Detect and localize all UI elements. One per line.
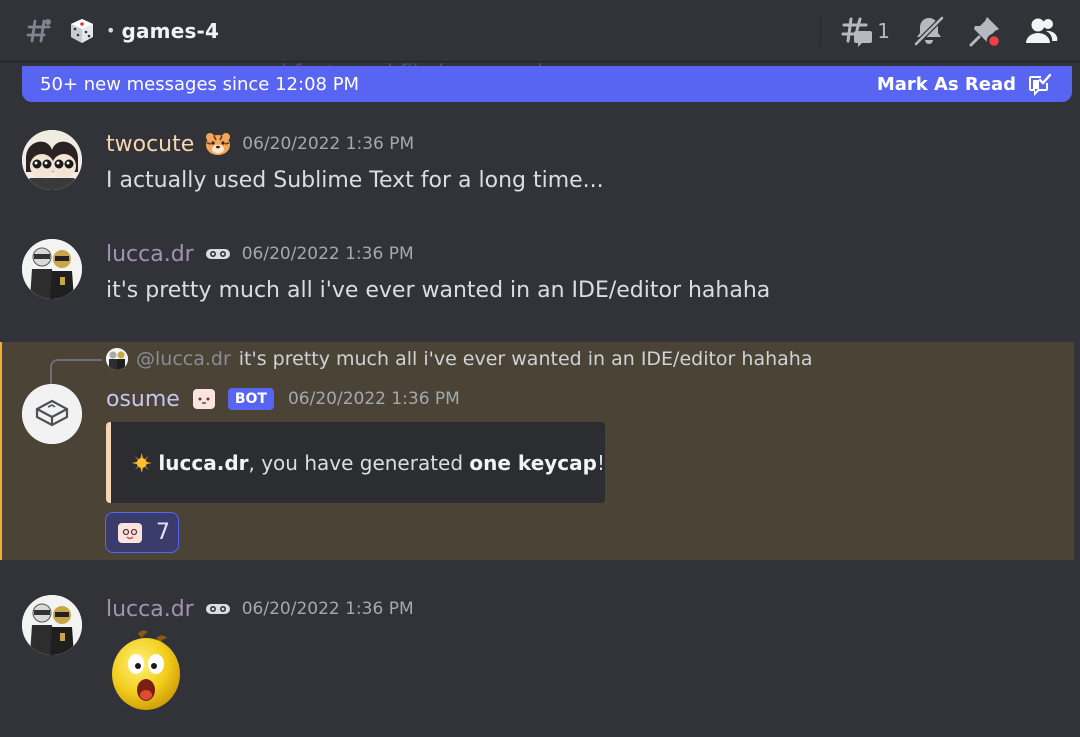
message-item[interactable]: twocute 06/20/2022 1:36 PM I actually us… bbox=[0, 128, 1080, 198]
threaded-channel-icon bbox=[26, 18, 51, 42]
header-toolbar: 1 bbox=[820, 0, 1080, 62]
reaction-count: 7 bbox=[156, 520, 170, 545]
channel-title-area: • games-4 bbox=[0, 15, 219, 47]
avatar[interactable] bbox=[22, 384, 82, 444]
username[interactable]: osume bbox=[106, 387, 180, 412]
title-separator: • bbox=[106, 21, 116, 40]
pinned-messages-button[interactable] bbox=[968, 14, 1002, 48]
sun-emoji-icon bbox=[131, 452, 152, 473]
message-header: lucca.dr 06/20/2022 1:36 PM bbox=[106, 596, 414, 622]
lucca-avatar-image bbox=[22, 595, 82, 655]
message-timestamp: 06/20/2022 1:36 PM bbox=[287, 389, 460, 409]
tiger-emoji-icon bbox=[206, 133, 231, 155]
bot-tag: BOT bbox=[227, 388, 274, 410]
bot-embed: lucca.dr , you have generated one keycap… bbox=[106, 422, 605, 503]
username[interactable]: lucca.dr bbox=[106, 242, 194, 267]
channel-name: games-4 bbox=[121, 18, 220, 43]
keycap-face-reaction-icon bbox=[118, 522, 142, 543]
reply-connector bbox=[50, 359, 102, 385]
message-header: osume BOT 06/20/2022 1:36 PM bbox=[106, 386, 460, 412]
mark-read-icon bbox=[1029, 73, 1052, 96]
reply-username[interactable]: @lucca.dr bbox=[136, 348, 231, 370]
avatar[interactable] bbox=[22, 595, 82, 655]
threads-icon bbox=[841, 17, 873, 47]
message-item[interactable]: lucca.dr 06/20/2022 1:36 PM it's pretty … bbox=[0, 238, 1080, 308]
embed-item: one keycap bbox=[469, 450, 597, 475]
reply-reference[interactable]: @lucca.dr it's pretty much all i've ever… bbox=[106, 348, 812, 370]
gamepad-badge-icon bbox=[205, 249, 230, 259]
bell-muted-icon bbox=[914, 16, 944, 46]
surprised-face-emoji-icon bbox=[112, 630, 180, 710]
lucca-avatar-image bbox=[22, 239, 82, 299]
reply-text[interactable]: it's pretty much all i've ever wanted in… bbox=[239, 348, 813, 370]
avatar[interactable] bbox=[22, 239, 82, 299]
username[interactable]: lucca.dr bbox=[106, 597, 194, 622]
channel-header: • games-4 1 bbox=[0, 0, 1080, 62]
toolbar-divider bbox=[820, 16, 822, 46]
notification-settings-button[interactable] bbox=[912, 14, 946, 48]
message-header: twocute 06/20/2022 1:36 PM bbox=[106, 131, 414, 157]
gamepad-badge-icon bbox=[205, 604, 230, 614]
new-messages-bar[interactable]: 50+ new messages since 12:08 PM Mark As … bbox=[22, 66, 1072, 102]
threads-button[interactable]: 1 bbox=[839, 14, 890, 48]
avatar[interactable] bbox=[22, 130, 82, 190]
keycap-face-emoji-icon bbox=[192, 389, 215, 409]
embed-user: lucca.dr bbox=[158, 450, 249, 475]
pin-icon bbox=[969, 17, 1002, 48]
embed-end: ! bbox=[596, 450, 605, 475]
message-timestamp: 06/20/2022 1:36 PM bbox=[242, 134, 415, 154]
thread-count: 1 bbox=[877, 19, 890, 43]
reaction-button[interactable]: 7 bbox=[105, 512, 179, 553]
message-header: lucca.dr 06/20/2022 1:36 PM bbox=[106, 241, 414, 267]
twocute-avatar-image bbox=[22, 130, 82, 190]
username[interactable]: twocute bbox=[106, 132, 194, 157]
member-list-button[interactable] bbox=[1024, 14, 1058, 48]
message-content: it's pretty much all i've ever wanted in… bbox=[106, 278, 771, 303]
message-content: I actually used Sublime Text for a long … bbox=[106, 168, 604, 193]
message-timestamp: 06/20/2022 1:36 PM bbox=[241, 599, 414, 619]
new-messages-text[interactable]: 50+ new messages since 12:08 PM bbox=[40, 74, 359, 95]
dice-icon bbox=[71, 18, 93, 43]
reply-avatar bbox=[106, 348, 128, 370]
mark-as-read-button[interactable]: Mark As Read bbox=[877, 71, 1052, 97]
members-icon bbox=[1026, 18, 1058, 43]
embed-text: , you have generated bbox=[248, 450, 470, 475]
keycap-avatar-icon bbox=[22, 384, 82, 444]
reply-avatar-image bbox=[106, 348, 128, 370]
mark-as-read-label: Mark As Read bbox=[876, 73, 1016, 95]
message-timestamp: 06/20/2022 1:36 PM bbox=[241, 244, 414, 264]
